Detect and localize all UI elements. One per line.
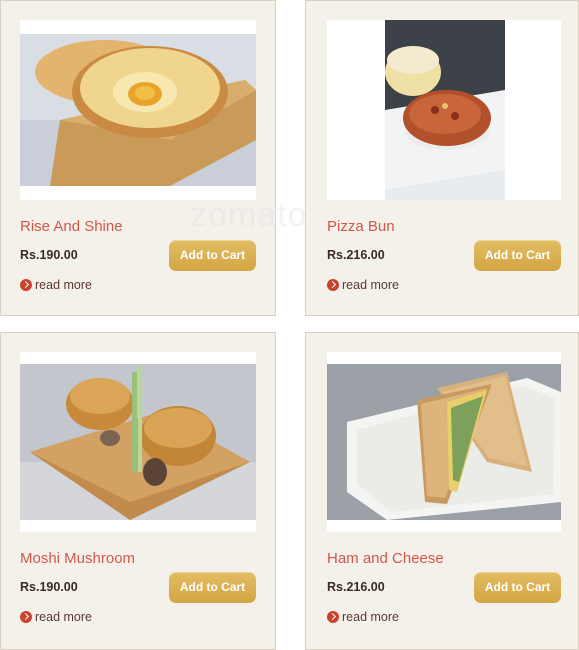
product-price: Rs.216.00 [327,580,385,594]
product-title[interactable]: Ham and Cheese [327,550,444,567]
add-to-cart-button[interactable]: Add to Cart [169,572,256,603]
pizza-bun-photo [327,20,561,200]
product-image-sandwich[interactable] [327,352,561,532]
product-title[interactable]: Moshi Mushroom [20,550,135,567]
product-card: Moshi Mushroom Rs.190.00 Add to Cart rea… [0,332,276,650]
arrow-circle-icon [20,279,32,291]
mushroom-bun-photo [20,352,256,532]
add-to-cart-button[interactable]: Add to Cart [169,240,256,271]
product-image-mushroom[interactable] [20,352,256,532]
product-price: Rs.190.00 [20,580,78,594]
read-more-label: read more [35,278,92,292]
sandwich-photo [327,352,561,532]
product-card: Rise And Shine Rs.190.00 Add to Cart rea… [0,0,276,316]
read-more-link[interactable]: read more [327,610,399,624]
product-card: Pizza Bun Rs.216.00 Add to Cart read mor… [305,0,579,316]
arrow-circle-icon [327,611,339,623]
product-card: Ham and Cheese Rs.216.00 Add to Cart rea… [305,332,579,650]
product-grid: Rise And Shine Rs.190.00 Add to Cart rea… [0,0,579,650]
read-more-label: read more [342,278,399,292]
arrow-circle-icon [327,279,339,291]
product-image-pizza-bun[interactable] [327,20,561,200]
add-to-cart-button[interactable]: Add to Cart [474,240,561,271]
read-more-label: read more [35,610,92,624]
read-more-link[interactable]: read more [327,278,399,292]
product-image-egg-toast[interactable] [20,20,256,200]
egg-toast-photo [20,20,256,200]
product-price: Rs.216.00 [327,248,385,262]
product-title[interactable]: Pizza Bun [327,218,395,235]
arrow-circle-icon [20,611,32,623]
add-to-cart-button[interactable]: Add to Cart [474,572,561,603]
read-more-label: read more [342,610,399,624]
product-title[interactable]: Rise And Shine [20,218,123,235]
read-more-link[interactable]: read more [20,610,92,624]
read-more-link[interactable]: read more [20,278,92,292]
product-price: Rs.190.00 [20,248,78,262]
